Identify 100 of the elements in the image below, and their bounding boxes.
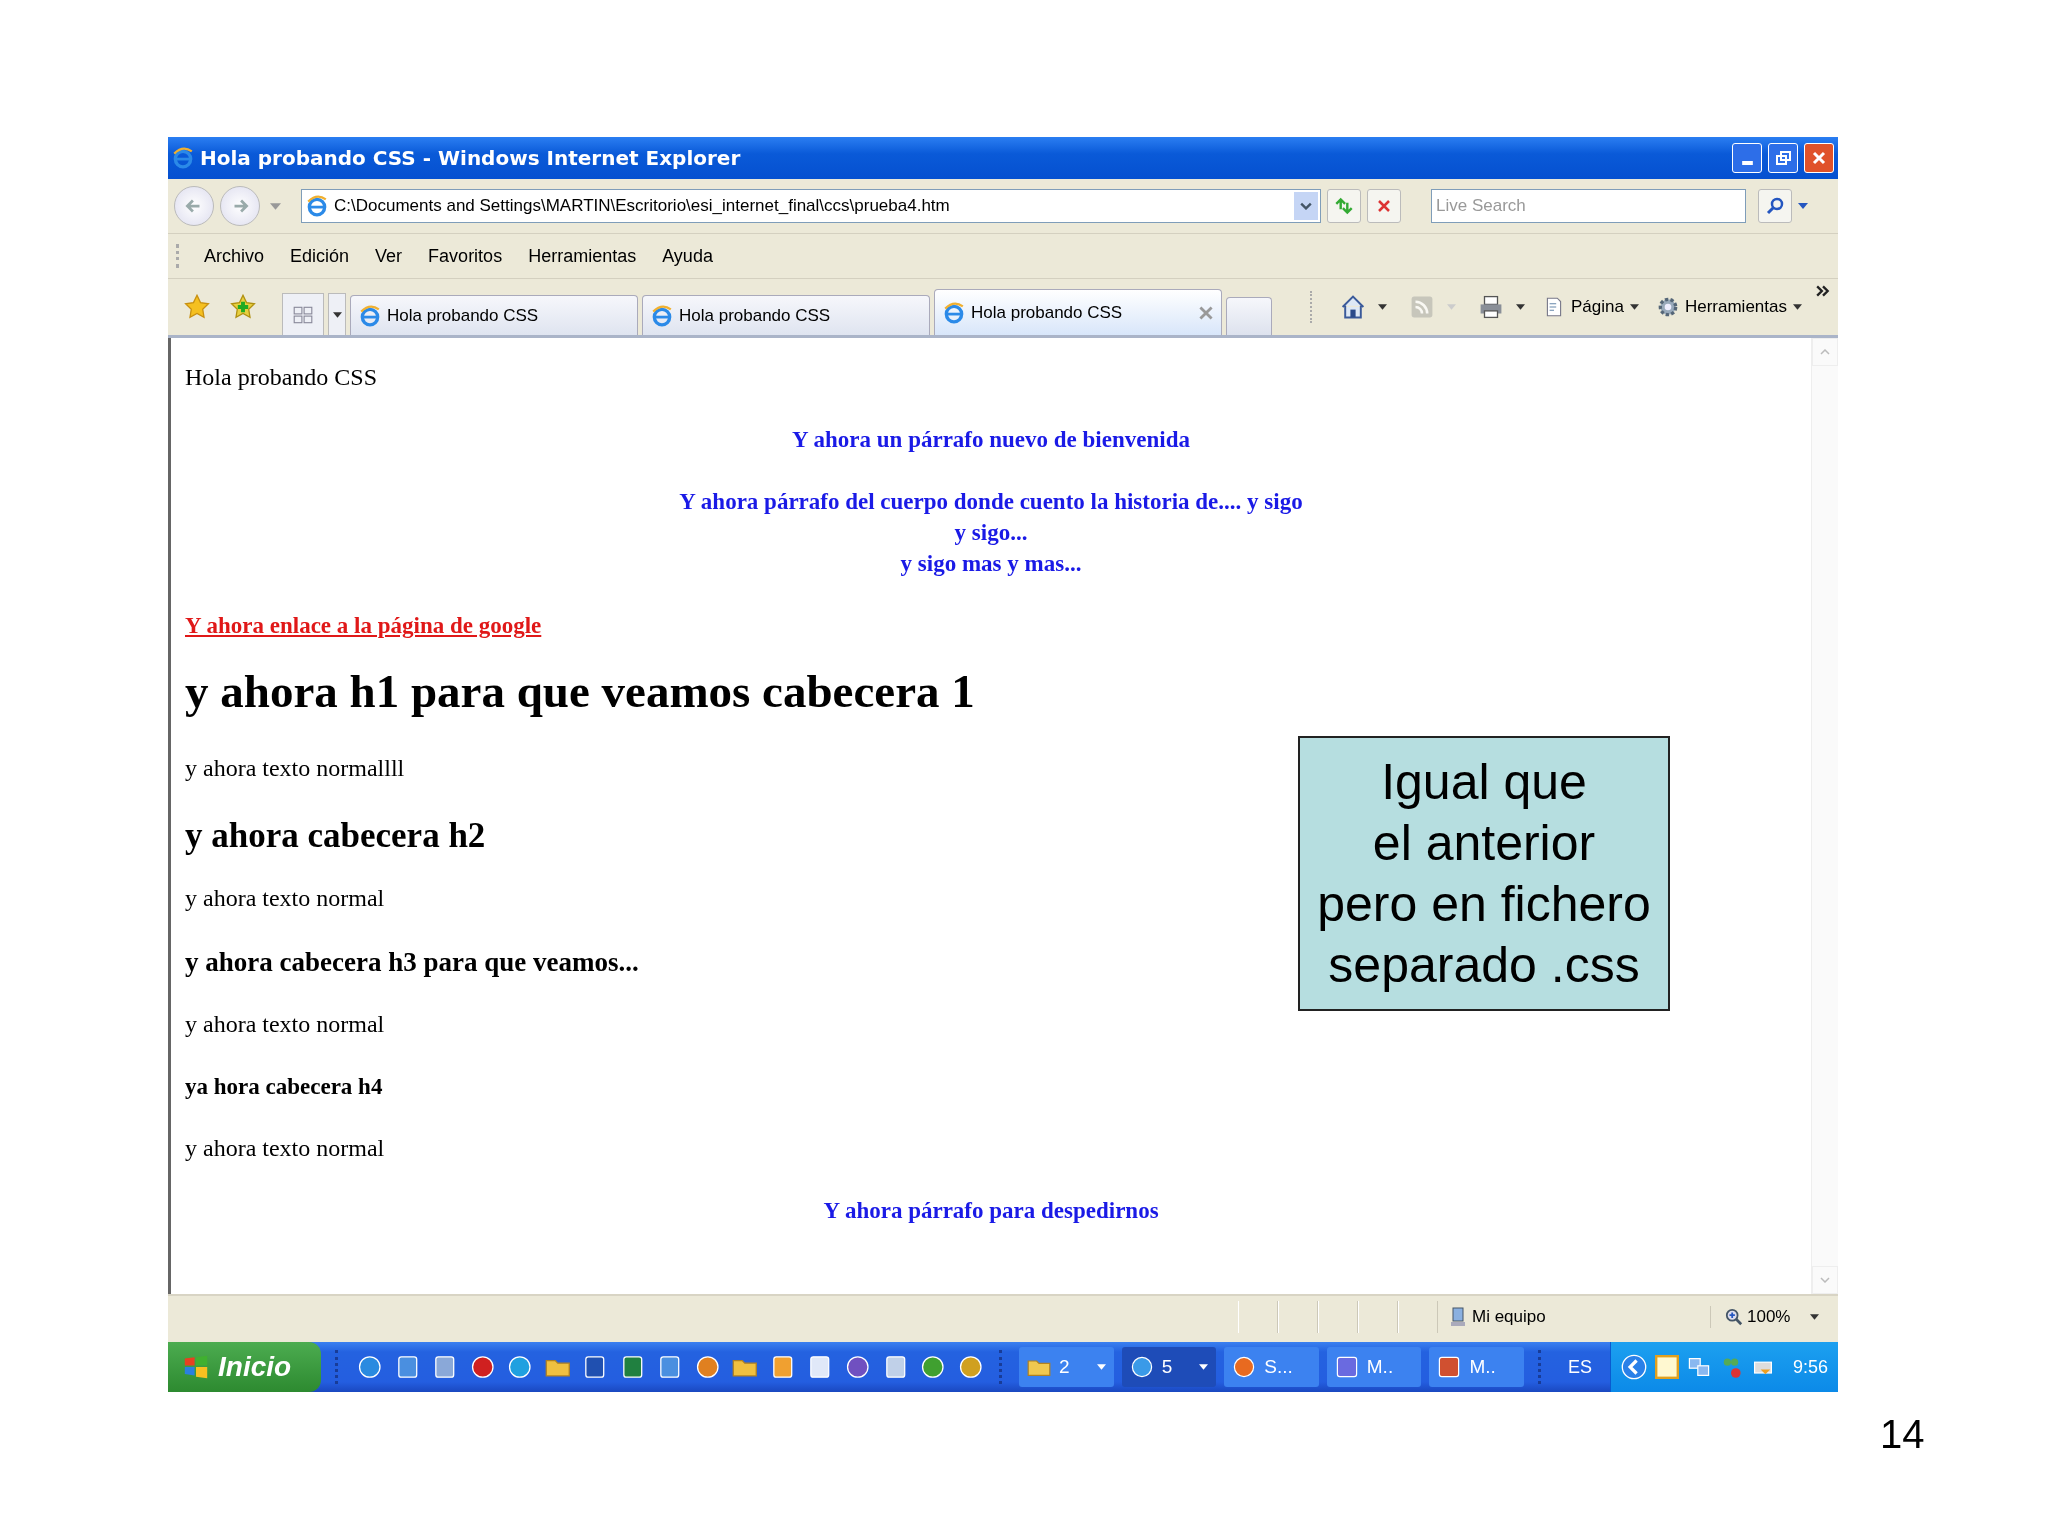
status-pane (1238, 1301, 1278, 1333)
app-icon[interactable] (469, 1354, 496, 1380)
refresh-button[interactable] (1327, 189, 1361, 223)
address-field[interactable]: C:\Documents and Settings\MARTIN\Escritorio\esi_internet_final\ccs\prueba4.htm (301, 189, 1321, 223)
start-button[interactable]: Inicio (168, 1342, 322, 1392)
app-icon[interactable] (357, 1354, 383, 1380)
browser-tab[interactable]: Hola probando CSS (350, 295, 638, 335)
body-text: y ahora texto normal (185, 885, 385, 911)
browser-tab[interactable]: Hola probando CSS (934, 289, 1222, 335)
search-field[interactable]: Live Search (1431, 189, 1746, 223)
body-text: y ahora texto normal (185, 1135, 385, 1161)
minimize-icon (1741, 161, 1753, 165)
tools-menu-button[interactable]: Herramientas (1652, 296, 1806, 318)
browser-icon (306, 195, 328, 217)
google-link[interactable]: Y ahora enlace a la página de google (185, 613, 542, 638)
app-icon[interactable] (507, 1354, 533, 1380)
browser-icon (651, 304, 673, 327)
clock: 9:56 (1792, 1356, 1829, 1378)
globe-icon (1232, 1355, 1257, 1379)
taskbar-button[interactable]: 5 (1121, 1347, 1217, 1387)
paragraph: Y ahora párrafo para despedirnos (823, 1198, 1159, 1223)
close-icon[interactable] (1199, 305, 1213, 320)
chevron-icon[interactable] (1816, 285, 1830, 297)
callout-note: Igual que el anterior pero en fichero separado .css (1298, 736, 1670, 1011)
tab-title: Hola probando CSS (679, 305, 832, 326)
menu-item[interactable]: Herramientas (528, 245, 637, 267)
paragraph: Y ahora párrafo del cuerpo donde cuento la historia de.... y sigo (679, 489, 1303, 514)
zoom-button[interactable]: 100% (1710, 1306, 1830, 1328)
app-icon[interactable] (694, 1354, 721, 1380)
caret-icon[interactable] (1378, 304, 1387, 310)
menu-item[interactable]: Edición (290, 245, 350, 267)
chevron-up-icon (1820, 349, 1830, 355)
restore-button[interactable] (1768, 143, 1798, 173)
expand-icon[interactable] (1620, 1354, 1647, 1380)
body-text: Hola probando CSS (185, 364, 377, 390)
heading: y ahora h1 para que veamos cabecera 1 (185, 665, 975, 717)
caret-icon (1793, 304, 1802, 310)
heading: ya hora cabecera h4 (185, 1074, 383, 1099)
gear-icon (1656, 296, 1679, 318)
browser-icon (943, 301, 965, 324)
add-star-icon[interactable] (230, 294, 256, 320)
menu-item[interactable]: Ver (375, 245, 403, 267)
caret-icon[interactable] (1798, 203, 1808, 209)
heading: y ahora cabecera h2 (185, 816, 486, 855)
menu-item[interactable]: Ayuda (662, 245, 713, 267)
caret-icon (1199, 1364, 1209, 1370)
chevron-down-icon (1300, 202, 1312, 210)
status-pane (1318, 1301, 1358, 1333)
caret-icon (1810, 1314, 1820, 1320)
status-pane (1278, 1301, 1318, 1333)
search-icon (1765, 196, 1785, 216)
browser-icon (172, 147, 194, 169)
windows-flag-icon (182, 1353, 210, 1381)
zoom-icon (1725, 1308, 1743, 1326)
slide-number: 14 (1880, 1412, 1925, 1457)
menu-item[interactable]: Favoritos (428, 245, 503, 267)
tab-list-button[interactable] (328, 293, 346, 335)
app-icon[interactable] (957, 1354, 984, 1380)
app-icon[interactable] (845, 1354, 871, 1380)
app-icon[interactable] (920, 1354, 946, 1380)
status-pane (1358, 1301, 1398, 1333)
tab-title: Hola probando CSS (387, 305, 540, 326)
page-menu-button[interactable]: Página (1539, 296, 1643, 318)
menu-item[interactable]: Archivo (204, 245, 265, 267)
browser-icon (359, 304, 381, 327)
paragraph: Y ahora un párrafo nuevo de bienvenida (792, 427, 1190, 452)
app-icon[interactable] (1654, 1355, 1679, 1379)
stop-button[interactable] (1367, 189, 1401, 223)
restore-icon (1773, 148, 1793, 168)
taskbar-button[interactable]: M.. (1429, 1347, 1524, 1387)
network-icon[interactable] (1686, 1355, 1711, 1379)
feed-icon (1409, 294, 1435, 320)
language-indicator[interactable]: ES (1567, 1356, 1592, 1378)
status-pane (1398, 1301, 1438, 1333)
body-text: y ahora texto normallll (185, 755, 405, 781)
body-text: y ahora texto normal (185, 1011, 385, 1037)
print-icon[interactable] (1478, 294, 1504, 320)
paragraph: y sigo mas y mas... (900, 551, 1082, 576)
dropdown-button[interactable] (1294, 192, 1318, 220)
caret-icon (1629, 304, 1639, 310)
caret-icon (1447, 304, 1456, 310)
search-button[interactable] (1758, 189, 1792, 223)
window-icon (1334, 1355, 1359, 1379)
security-zone: Mi equipo (1472, 1307, 1546, 1327)
taskbar-button[interactable]: S... (1224, 1347, 1319, 1387)
star-icon[interactable] (184, 294, 210, 320)
browser-icon (1129, 1355, 1154, 1379)
chevron-down-icon (1820, 1277, 1830, 1283)
taskbar-button[interactable]: M.. (1326, 1347, 1422, 1387)
home-icon[interactable] (1340, 294, 1366, 320)
paragraph: y sigo... (954, 520, 1028, 545)
slides-icon (1437, 1355, 1462, 1379)
close-button[interactable] (1804, 143, 1834, 173)
browser-tab[interactable]: Hola probando CSS (642, 295, 930, 335)
caret-icon[interactable] (1516, 304, 1525, 310)
computer-icon (1450, 1307, 1466, 1327)
caret-icon (1096, 1364, 1106, 1370)
taskbar-button[interactable]: 2 (1019, 1347, 1114, 1387)
tab-title: Hola probando CSS (971, 302, 1124, 323)
minimize-button[interactable] (1732, 143, 1762, 173)
